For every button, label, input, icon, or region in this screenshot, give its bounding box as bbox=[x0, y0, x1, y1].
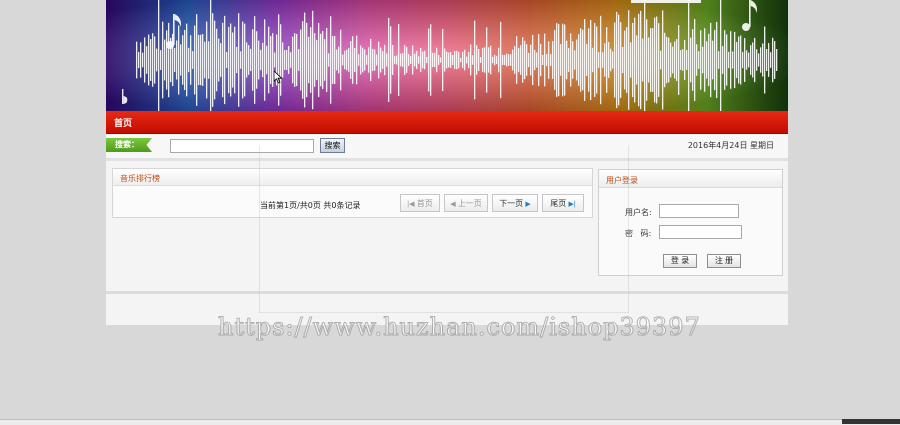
pager-last-label: 尾页 bbox=[550, 199, 567, 208]
taskbar-dark-block bbox=[842, 419, 900, 424]
main-nav: 首页 bbox=[106, 111, 788, 134]
banner-waveform-art bbox=[106, 0, 788, 111]
search-bar: 搜索： 搜索 2016年4月24日 星期日 bbox=[106, 134, 788, 161]
nav-home-link[interactable]: 首页 bbox=[114, 116, 132, 129]
login-title: 用户登录 bbox=[606, 176, 638, 185]
next-page-icon: ▶ bbox=[525, 201, 531, 208]
ranking-header: 音乐排行榜 bbox=[113, 169, 592, 186]
search-tag-label: 搜索： bbox=[106, 138, 152, 152]
current-date: 2016年4月24日 星期日 bbox=[687, 141, 774, 150]
music-banner bbox=[106, 0, 788, 111]
pager-next-button[interactable]: 下一页 ▶ bbox=[492, 194, 538, 212]
overlay-line-left bbox=[259, 145, 260, 313]
prev-page-icon: ◀ bbox=[450, 201, 456, 208]
user-login-panel: 用户登录 用户名: 密 码: 登 录 注 册 bbox=[598, 169, 783, 276]
search-button[interactable]: 搜索 bbox=[320, 138, 345, 153]
pager-first-button[interactable]: |◀ 首页 bbox=[400, 194, 440, 212]
overlay-line-right bbox=[628, 145, 629, 313]
pager-info: 当前第1页/共0页 共0条记录 bbox=[260, 201, 361, 210]
pager-last-button[interactable]: 尾页 ▶| bbox=[542, 194, 584, 212]
first-page-icon: |◀ bbox=[407, 201, 415, 208]
pager-first-label: 首页 bbox=[416, 199, 433, 208]
mouse-cursor-icon bbox=[273, 69, 283, 88]
music-ranking-panel: 音乐排行榜 当前第1页/共0页 共0条记录 |◀ 首页 ◀ 上一页 下一页 ▶ … bbox=[112, 168, 593, 218]
password-input[interactable] bbox=[659, 225, 742, 239]
taskbar-strip bbox=[0, 419, 900, 425]
login-button[interactable]: 登 录 bbox=[663, 254, 697, 268]
last-page-icon: ▶| bbox=[568, 201, 576, 208]
search-input[interactable] bbox=[170, 139, 314, 153]
ranking-title: 音乐排行榜 bbox=[120, 174, 160, 183]
pager-next-label: 下一页 bbox=[499, 199, 524, 208]
username-label: 用户名: bbox=[625, 208, 652, 217]
watermark-url: https://www.huzhan.com/ishop39397 bbox=[218, 313, 701, 342]
page-container: 首页 搜索： 搜索 2016年4月24日 星期日 音乐排行榜 当前第1页/共0页… bbox=[106, 0, 788, 325]
pager-prev-button[interactable]: ◀ 上一页 bbox=[444, 194, 488, 212]
login-header: 用户登录 bbox=[599, 170, 782, 188]
pager-prev-label: 上一页 bbox=[457, 199, 482, 208]
footer-divider bbox=[106, 291, 788, 294]
username-input[interactable] bbox=[659, 204, 739, 218]
register-button[interactable]: 注 册 bbox=[707, 254, 741, 268]
